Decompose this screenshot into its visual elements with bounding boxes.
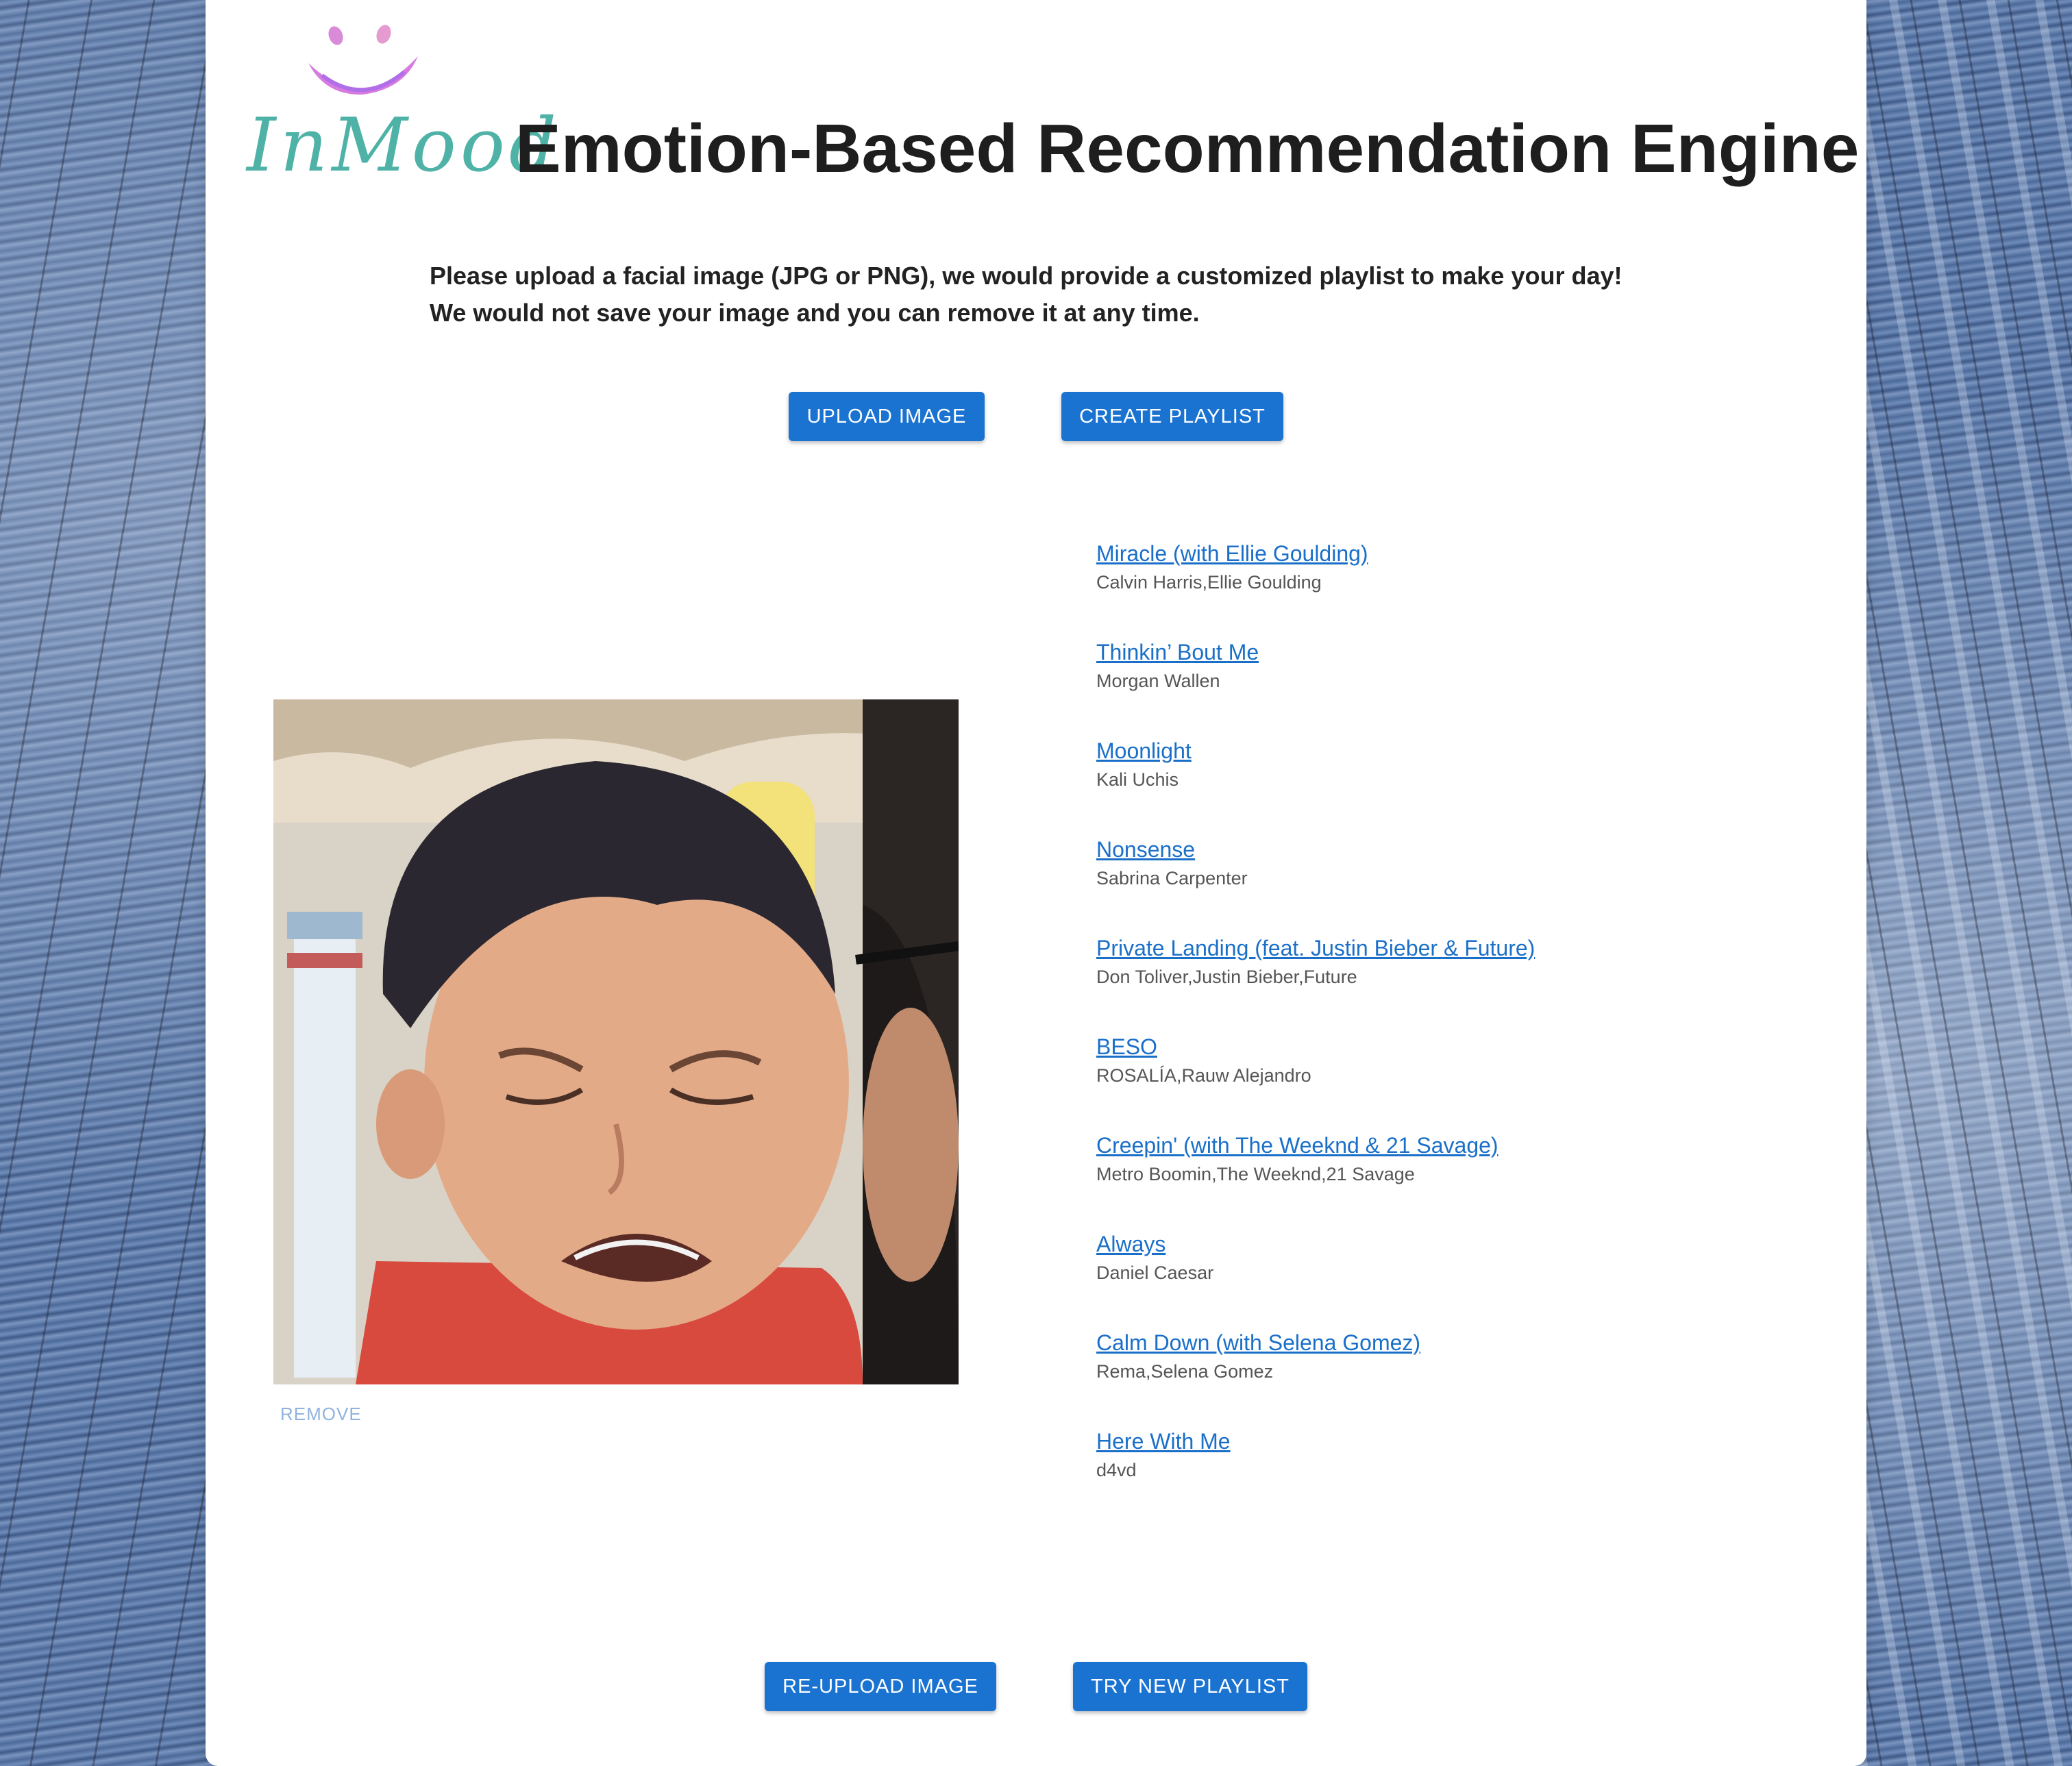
song-title-link[interactable]: BESO xyxy=(1096,1032,1781,1062)
song-title-link[interactable]: Miracle (with Ellie Goulding) xyxy=(1096,538,1781,569)
song-artist: Don Toliver,Justin Bieber,Future xyxy=(1096,967,1357,987)
header: InMood Emotion-Based Recommendation Engi… xyxy=(247,21,1859,188)
playlist: Miracle (with Ellie Goulding) Calvin Har… xyxy=(1096,538,1781,1525)
song-title-link[interactable]: Moonlight xyxy=(1096,736,1781,766)
song-artist: Calvin Harris,Ellie Goulding xyxy=(1096,572,1322,593)
reupload-image-button[interactable]: RE-UPLOAD IMAGE xyxy=(765,1662,996,1711)
intro-line-1: Please upload a facial image (JPG or PNG… xyxy=(430,262,1623,290)
song-artist: d4vd xyxy=(1096,1460,1137,1480)
list-item: Here With Me d4vd xyxy=(1096,1426,1781,1525)
song-artist: Metro Boomin,The Weeknd,21 Savage xyxy=(1096,1164,1415,1184)
list-item: Miracle (with Ellie Goulding) Calvin Har… xyxy=(1096,538,1781,637)
song-title-link[interactable]: Creepin' (with The Weeknd & 21 Savage) xyxy=(1096,1130,1781,1160)
list-item: Always Daniel Caesar xyxy=(1096,1229,1781,1328)
list-item: Calm Down (with Selena Gomez) Rema,Selen… xyxy=(1096,1328,1781,1426)
inmood-logo: InMood xyxy=(247,21,556,188)
song-title-link[interactable]: Thinkin’ Bout Me xyxy=(1096,637,1781,667)
intro-line-2: We would not save your image and you can… xyxy=(430,299,1200,327)
song-title-link[interactable]: Private Landing (feat. Justin Bieber & F… xyxy=(1096,933,1781,963)
upload-image-button[interactable]: UPLOAD IMAGE xyxy=(789,392,985,441)
background-left xyxy=(0,0,206,1766)
song-title-link[interactable]: Calm Down (with Selena Gomez) xyxy=(1096,1328,1781,1358)
list-item: BESO ROSALÍA,Rauw Alejandro xyxy=(1096,1032,1781,1130)
list-item: Thinkin’ Bout Me Morgan Wallen xyxy=(1096,637,1781,736)
create-playlist-button[interactable]: CREATE PLAYLIST xyxy=(1061,392,1283,441)
song-artist: Daniel Caesar xyxy=(1096,1263,1214,1283)
song-artist: Rema,Selena Gomez xyxy=(1096,1361,1274,1382)
song-artist: ROSALÍA,Rauw Alejandro xyxy=(1096,1065,1311,1086)
list-item: Moonlight Kali Uchis xyxy=(1096,736,1781,834)
page-title: Emotion-Based Recommendation Engine xyxy=(515,110,1860,187)
smile-logo-icon xyxy=(308,25,418,95)
remove-image-button[interactable]: REMOVE xyxy=(280,1404,362,1425)
main-card: InMood Emotion-Based Recommendation Engi… xyxy=(206,0,1866,1766)
try-new-playlist-button[interactable]: TRY NEW PLAYLIST xyxy=(1073,1662,1307,1711)
list-item: Creepin' (with The Weeknd & 21 Savage) M… xyxy=(1096,1130,1781,1229)
list-item: Private Landing (feat. Justin Bieber & F… xyxy=(1096,933,1781,1032)
background-right xyxy=(1860,0,2072,1766)
intro-text: Please upload a facial image (JPG or PNG… xyxy=(430,258,1731,332)
song-title-link[interactable]: Nonsense xyxy=(1096,834,1781,865)
face-photo-illustration xyxy=(273,699,959,1384)
uploaded-face-image xyxy=(273,699,959,1384)
song-title-link[interactable]: Always xyxy=(1096,1229,1781,1259)
song-title-link[interactable]: Here With Me xyxy=(1096,1426,1781,1456)
song-artist: Kali Uchis xyxy=(1096,769,1179,790)
logo-text: InMood xyxy=(247,103,560,188)
list-item: Nonsense Sabrina Carpenter xyxy=(1096,834,1781,933)
song-artist: Morgan Wallen xyxy=(1096,671,1220,691)
song-artist: Sabrina Carpenter xyxy=(1096,868,1248,888)
